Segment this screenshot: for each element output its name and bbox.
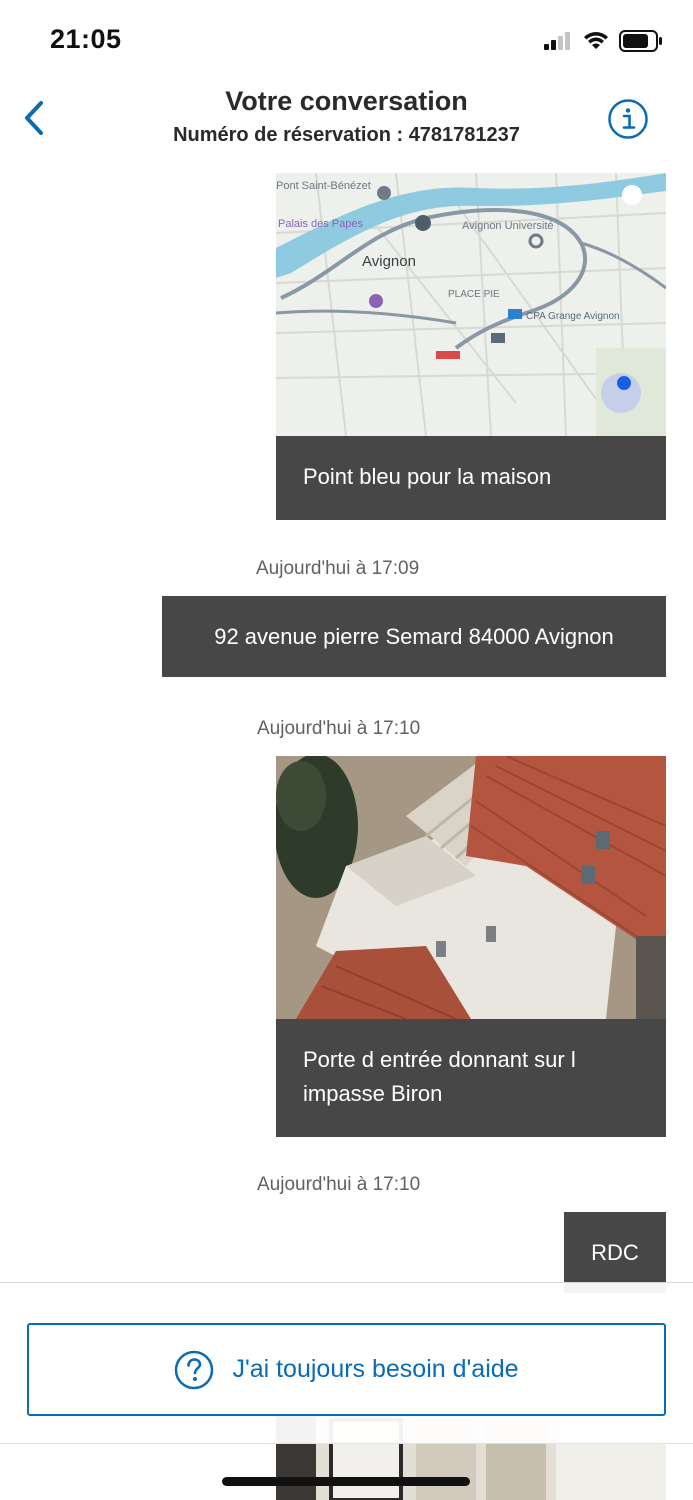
message-timestamp: Aujourd'hui à 17:10 [257,1174,421,1195]
map-label-bridge: Pont Saint-Bénézet [276,180,371,192]
reservation-number: Numéro de réservation : 4781781237 [173,124,520,146]
info-button[interactable] [607,98,649,140]
message-caption: Porte d entrée donnant sur l impasse Bir… [303,1047,576,1106]
message-timestamp: Aujourd'hui à 17:10 [257,718,421,739]
info-circle-icon [608,99,648,139]
page-title: Votre conversation [225,86,468,116]
wifi-icon [584,32,608,49]
message-timestamp: Aujourd'hui à 17:09 [256,558,420,579]
message-caption: Point bleu pour la maison [303,464,552,489]
status-time: 21:05 [50,24,122,54]
message-bubble[interactable]: 92 avenue pierre Semard 84000 Avignon [162,596,666,677]
map-label-palace: Palais des Papes [278,218,363,230]
message-image-card[interactable]: Pont Saint-Bénézet Palais des Papes Avig… [276,173,666,520]
house-photo-image[interactable] [276,756,666,1019]
map-label-station: CPA Grange Avignon [526,311,620,322]
status-icons [543,30,663,52]
map-label-city: Avignon [362,253,416,270]
battery-icon [619,30,662,52]
home-indicator[interactable] [222,1477,470,1486]
question-circle-icon [175,1350,214,1389]
message-bubble[interactable]: RDC [564,1212,666,1293]
message-text: RDC [591,1239,639,1265]
need-help-button[interactable]: J'ai toujours besoin d'aide [27,1323,666,1416]
help-footer: J'ai toujours besoin d'aide [0,1282,693,1444]
map-label-place: PLACE PIE [448,289,500,300]
signal-icon [544,32,570,50]
map-image[interactable]: Pont Saint-Bénézet Palais des Papes Avig… [276,173,666,436]
message-image-card[interactable]: Porte d entrée donnant sur l impasse Bir… [276,756,666,1137]
map-label-university: Avignon Université [462,220,554,232]
need-help-label: J'ai toujours besoin d'aide [232,1355,519,1383]
conversation-header: Votre conversation Numéro de réservation… [0,80,693,155]
message-text: 92 avenue pierre Semard 84000 Avignon [214,623,614,649]
status-bar: 21:05 [0,0,693,80]
